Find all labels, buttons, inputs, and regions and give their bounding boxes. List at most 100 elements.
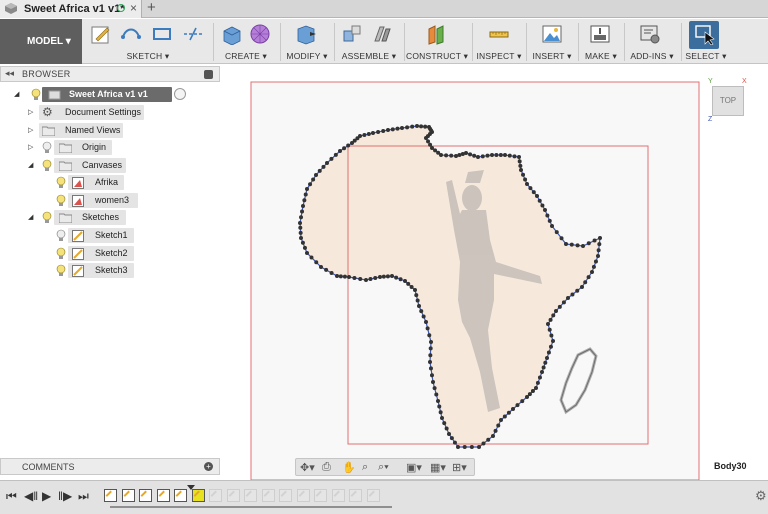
control-point[interactable] — [591, 264, 596, 269]
control-point[interactable] — [485, 153, 490, 158]
line-tool-icon[interactable] — [120, 23, 142, 45]
pan-icon[interactable]: ✋ — [342, 461, 356, 474]
control-point[interactable] — [549, 333, 554, 338]
control-point[interactable] — [400, 126, 404, 130]
timeline-feature[interactable] — [209, 489, 222, 502]
control-point[interactable] — [428, 360, 432, 364]
visibility-bulb-icon[interactable] — [31, 88, 41, 101]
control-point[interactable] — [436, 399, 440, 403]
control-point[interactable] — [305, 251, 309, 255]
timeline-feature-sketch[interactable] — [104, 489, 117, 502]
control-point[interactable] — [518, 163, 523, 168]
inspect-group[interactable]: INSPECT ▾ — [476, 19, 522, 64]
control-point[interactable] — [352, 275, 357, 280]
control-point[interactable] — [543, 208, 547, 212]
construction-line-icon[interactable] — [182, 23, 204, 45]
control-point[interactable] — [414, 293, 419, 298]
control-point[interactable] — [314, 173, 318, 177]
control-point[interactable] — [593, 259, 598, 264]
control-point[interactable] — [298, 225, 303, 230]
control-point[interactable] — [428, 366, 433, 371]
control-point[interactable] — [598, 236, 602, 240]
control-point[interactable] — [548, 344, 553, 349]
add-ins-group[interactable]: ADD-INS ▾ — [627, 19, 677, 64]
control-point[interactable] — [317, 168, 322, 173]
control-point[interactable] — [550, 224, 554, 228]
control-point[interactable] — [575, 243, 580, 248]
scripts-addins-icon[interactable] — [639, 23, 661, 45]
control-point[interactable] — [548, 317, 553, 322]
timeline-feature[interactable] — [191, 489, 205, 502]
insert-menu-label[interactable]: INSERT ▾ — [530, 51, 574, 62]
control-point[interactable] — [527, 392, 532, 397]
timeline-feature[interactable] — [261, 489, 275, 502]
tree-item-document-settings[interactable]: ▷ ⚙ Document Settings — [28, 105, 148, 120]
control-point[interactable] — [503, 153, 507, 157]
control-point[interactable] — [583, 280, 588, 285]
play-icon[interactable]: ▶ — [42, 489, 51, 503]
control-point[interactable] — [545, 356, 549, 360]
control-point[interactable] — [507, 153, 512, 158]
control-point[interactable] — [417, 304, 421, 308]
tree-item-canvases[interactable]: ◢ Canvases — [28, 158, 128, 173]
select-arrow-icon[interactable] — [693, 23, 715, 45]
control-point[interactable] — [530, 389, 535, 394]
control-point[interactable] — [390, 127, 395, 132]
control-point[interactable] — [494, 153, 499, 157]
control-point[interactable] — [442, 421, 447, 426]
control-point[interactable] — [491, 434, 495, 438]
control-point[interactable] — [378, 275, 382, 279]
timeline-feature[interactable] — [331, 489, 345, 502]
control-point[interactable] — [444, 153, 449, 158]
control-point[interactable] — [421, 314, 426, 319]
3d-print-icon[interactable] — [589, 23, 611, 45]
tree-item-sketch2[interactable]: Sketch2 — [54, 246, 144, 261]
sketch-group[interactable]: SKETCH ▾ — [88, 19, 208, 64]
control-point[interactable] — [569, 242, 574, 247]
control-point[interactable] — [525, 182, 529, 186]
control-point[interactable] — [525, 395, 529, 399]
collapse-browser-button[interactable]: ◂◂ — [5, 68, 14, 79]
control-point[interactable] — [426, 139, 431, 144]
control-point[interactable] — [469, 445, 474, 449]
control-point[interactable] — [547, 327, 552, 332]
control-point[interactable] — [419, 124, 424, 129]
control-point[interactable] — [496, 423, 501, 428]
control-point[interactable] — [333, 152, 338, 157]
control-point[interactable] — [300, 240, 305, 245]
control-point[interactable] — [493, 428, 498, 433]
display-settings-icon[interactable]: ▣▾ — [406, 461, 422, 474]
timeline-feature-sketch[interactable] — [156, 489, 170, 502]
control-point[interactable] — [449, 153, 454, 158]
expand-arrow-icon[interactable]: ◢ — [14, 90, 19, 98]
construct-menu-label[interactable]: CONSTRUCT ▾ — [406, 51, 468, 62]
control-point[interactable] — [299, 236, 303, 240]
tree-item-women3[interactable]: women3 — [54, 193, 144, 208]
control-point[interactable] — [308, 182, 313, 187]
control-point[interactable] — [358, 276, 363, 281]
control-point[interactable] — [554, 230, 559, 235]
construct-group[interactable]: CONSTRUCT ▾ — [406, 19, 468, 64]
control-point[interactable] — [528, 186, 533, 191]
control-point[interactable] — [338, 274, 343, 279]
add-comment-button[interactable]: + — [204, 462, 213, 471]
timeline-feature[interactable] — [279, 489, 292, 502]
tree-item-sketch3[interactable]: Sketch3 — [54, 263, 144, 278]
control-point[interactable] — [329, 156, 334, 161]
control-point[interactable] — [432, 386, 437, 391]
control-point[interactable] — [543, 360, 548, 365]
control-point[interactable] — [425, 326, 430, 331]
viewports-icon[interactable]: ⊞▾ — [452, 461, 467, 474]
control-point[interactable] — [490, 153, 494, 157]
control-point[interactable] — [381, 128, 386, 133]
control-point[interactable] — [395, 126, 400, 131]
control-point[interactable] — [517, 155, 521, 159]
control-point[interactable] — [570, 292, 575, 297]
control-point[interactable] — [515, 403, 520, 408]
control-point[interactable] — [335, 274, 339, 278]
control-point[interactable] — [329, 270, 334, 275]
control-point[interactable] — [592, 238, 597, 243]
control-point[interactable] — [298, 230, 303, 235]
control-point[interactable] — [596, 248, 601, 253]
timeline-feature[interactable] — [296, 489, 310, 502]
